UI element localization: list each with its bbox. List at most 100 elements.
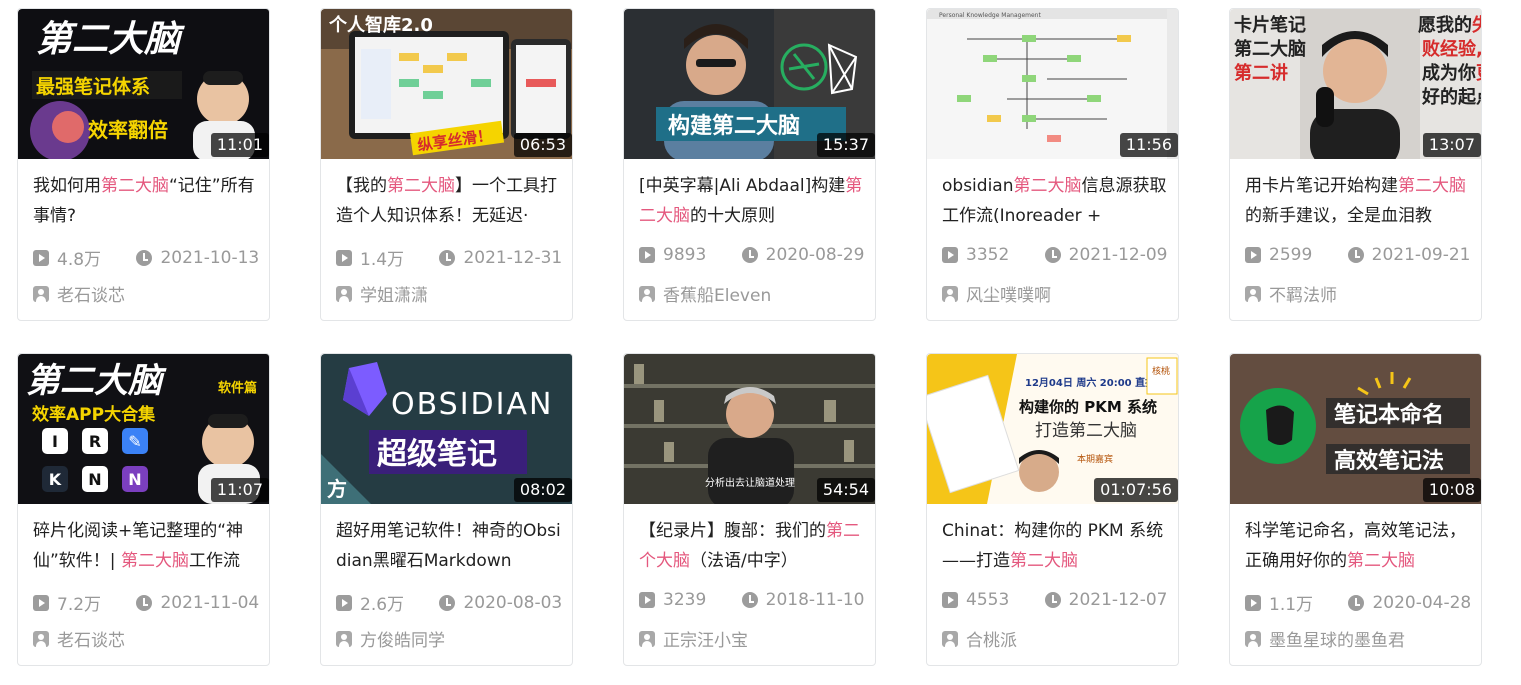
duration-badge: 54:54: [816, 478, 875, 502]
video-title[interactable]: 科学笔记命名，高效笔记法，正确用好你的第二大脑: [1245, 516, 1470, 576]
video-meta: 3352 2021-12-09: [942, 245, 1167, 269]
svg-text:R: R: [89, 432, 101, 451]
title-keyword-highlight: 第二大脑: [1347, 551, 1415, 571]
video-title[interactable]: Chinat：构建你的 PKM 系统——打造第二大脑: [942, 516, 1167, 576]
svg-text:方: 方: [327, 477, 347, 501]
video-card[interactable]: 第二大脑 软件篇 效率APP大合集 I R ✎ K N N 11:07 碎片化阅…: [17, 353, 270, 666]
svg-text:核桃: 核桃: [1152, 365, 1170, 377]
video-title[interactable]: 超好用笔记软件！神奇的Obsidian黑曜石Markdown: [336, 516, 561, 576]
title-keyword-highlight: 第二大脑: [1013, 176, 1082, 196]
uploader[interactable]: 香蕉船Eleven: [639, 281, 771, 306]
video-title[interactable]: obsidian第二大脑信息源获取工作流(Inoreader +: [942, 171, 1167, 231]
svg-text:愿我的失: 愿我的失: [1418, 14, 1482, 36]
uploader[interactable]: 墨鱼星球的墨鱼君: [1245, 626, 1405, 651]
duration-badge: 08:02: [513, 478, 572, 502]
video-meta: 7.2万 2021-11-04: [33, 590, 260, 615]
video-thumbnail[interactable]: 个人智库2.0 纵享丝滑！ 06:53: [321, 9, 572, 159]
user-icon: [336, 630, 352, 647]
video-thumbnail[interactable]: 分析出去让脑道处理 54:54: [624, 354, 875, 504]
video-card[interactable]: 12月04日 周六 20:00 直播回放 核桃 构建你的 PKM 系统 打造第二…: [926, 353, 1179, 666]
clock-icon: [136, 594, 153, 611]
publish-date: 2021-12-31: [463, 247, 563, 268]
user-icon: [639, 285, 655, 302]
video-thumbnail[interactable]: 构建第二大脑 15:37: [624, 9, 875, 159]
svg-text:OBSIDIAN: OBSIDIAN: [391, 387, 553, 422]
video-thumbnail[interactable]: 卡片笔记 第二大脑 第二讲 愿我的失 败经验, 成为你更 好的起点 13:07: [1230, 9, 1482, 159]
video-title[interactable]: 用卡片笔记开始构建第二大脑的新手建议，全是血泪教: [1245, 171, 1470, 231]
publish-date: 2021-09-21: [1371, 245, 1471, 265]
video-meta: 3239 2018-11-10: [639, 590, 864, 614]
play-count-icon: [942, 592, 958, 608]
video-thumbnail[interactable]: 第二大脑 软件篇 效率APP大合集 I R ✎ K N N 11:07: [18, 354, 269, 504]
title-text: 用卡片笔记开始构建: [1245, 176, 1398, 196]
uploader-name: 合桃派: [966, 631, 1017, 651]
clock-icon: [1348, 594, 1365, 611]
publish-date: 2021-10-13: [160, 247, 260, 268]
duration-badge: 10:08: [1422, 478, 1481, 502]
uploader[interactable]: 老石谈芯: [33, 626, 125, 651]
play-count-icon: [1245, 594, 1261, 611]
svg-text:最强笔记体系: 最强笔记体系: [36, 75, 150, 98]
user-icon: [1245, 285, 1261, 302]
uploader-name: 不羁法师: [1269, 286, 1337, 306]
duration-badge: 11:01: [210, 133, 269, 157]
video-thumbnail[interactable]: 笔记本命名 高效笔记法 10:08: [1230, 354, 1481, 504]
video-card[interactable]: OBSIDIAN 超级笔记 方 08:02 超好用笔记软件！神奇的Obsidia…: [320, 353, 573, 666]
user-icon: [639, 630, 655, 647]
svg-text:效率APP大合集: 效率APP大合集: [32, 404, 156, 425]
uploader-name: 老石谈芯: [57, 631, 125, 651]
video-card[interactable]: 个人智库2.0 纵享丝滑！ 06:53 【我的第二大脑】一个工具打造个人知识体系…: [320, 8, 573, 321]
user-icon: [942, 285, 958, 302]
video-card[interactable]: 卡片笔记 第二大脑 第二讲 愿我的失 败经验, 成为你更 好的起点 13:07 …: [1229, 8, 1482, 321]
play-count-icon: [33, 249, 49, 266]
svg-text:第二讲: 第二讲: [1234, 62, 1288, 84]
svg-text:卡片笔记: 卡片笔记: [1234, 14, 1306, 36]
uploader-name: 风尘噗噗啊: [966, 286, 1051, 306]
video-thumbnail[interactable]: OBSIDIAN 超级笔记 方 08:02: [321, 354, 572, 504]
uploader[interactable]: 不羁法师: [1245, 281, 1337, 306]
svg-text:超级笔记: 超级笔记: [377, 437, 497, 472]
view-count: 1.4万: [360, 250, 405, 270]
uploader[interactable]: 方俊皓同学: [336, 626, 445, 651]
clock-icon: [439, 249, 456, 266]
title-text: [中英字幕|Ali Abdaal]构建: [639, 176, 846, 196]
video-title[interactable]: 我如何用第二大脑“记住”所有事情?: [33, 171, 258, 231]
clock-icon: [1044, 592, 1061, 608]
uploader[interactable]: 学姐潇潇: [336, 281, 428, 306]
play-count-icon: [942, 247, 958, 263]
svg-text:第二大脑: 第二大脑: [36, 19, 185, 60]
play-count-icon: [639, 247, 655, 263]
clock-icon: [1347, 247, 1364, 263]
video-thumbnail[interactable]: Personal Knowledge Management 11:56: [927, 9, 1178, 159]
svg-text:I: I: [52, 432, 58, 451]
view-count: 3239: [663, 590, 707, 610]
svg-text:笔记本命名: 笔记本命名: [1334, 402, 1444, 428]
svg-text:第二大脑: 第二大脑: [1234, 38, 1306, 60]
video-title[interactable]: 碎片化阅读+笔记整理的“神仙”软件！| 第二大脑工作流: [33, 516, 258, 576]
uploader[interactable]: 正宗汪小宝: [639, 626, 748, 651]
uploader[interactable]: 老石谈芯: [33, 281, 125, 306]
video-thumbnail[interactable]: 12月04日 周六 20:00 直播回放 核桃 构建你的 PKM 系统 打造第二…: [927, 354, 1178, 504]
duration-badge: 06:53: [513, 133, 572, 157]
video-card[interactable]: Personal Knowledge Management 11:56 obsi…: [926, 8, 1179, 321]
publish-date: 2020-04-28: [1372, 592, 1472, 613]
video-thumbnail[interactable]: 第二大脑 最强笔记体系 效率翻倍 11:01: [18, 9, 269, 159]
svg-text:N: N: [88, 470, 101, 489]
svg-text:好的起点: 好的起点: [1421, 86, 1482, 108]
view-count: 7.2万: [57, 595, 102, 615]
play-count-icon: [639, 592, 655, 608]
video-title[interactable]: 【我的第二大脑】一个工具打造个人知识体系！无延迟·: [336, 171, 561, 231]
video-card[interactable]: 笔记本命名 高效笔记法 10:08 科学笔记命名，高效笔记法，正确用好你的第二大…: [1229, 353, 1482, 666]
video-card[interactable]: 分析出去让脑道处理 54:54 【纪录片】腹部：我们的第二个大脑（法语/中字） …: [623, 353, 876, 666]
video-title[interactable]: 【纪录片】腹部：我们的第二个大脑（法语/中字）: [639, 516, 864, 576]
duration-badge: 15:37: [816, 133, 875, 157]
uploader[interactable]: 合桃派: [942, 626, 1017, 651]
video-card[interactable]: 构建第二大脑 15:37 [中英字幕|Ali Abdaal]构建第二大脑的十大原…: [623, 8, 876, 321]
publish-date: 2021-11-04: [160, 592, 260, 613]
view-count: 1.1万: [1269, 595, 1314, 615]
video-meta: 4553 2021-12-07: [942, 590, 1167, 614]
video-title[interactable]: [中英字幕|Ali Abdaal]构建第二大脑的十大原则: [639, 171, 864, 231]
video-card[interactable]: 第二大脑 最强笔记体系 效率翻倍 11:01 我如何用第二大脑“记住”所有事情?…: [17, 8, 270, 321]
uploader[interactable]: 风尘噗噗啊: [942, 281, 1051, 306]
title-keyword-highlight: 第二大脑: [1010, 551, 1078, 571]
